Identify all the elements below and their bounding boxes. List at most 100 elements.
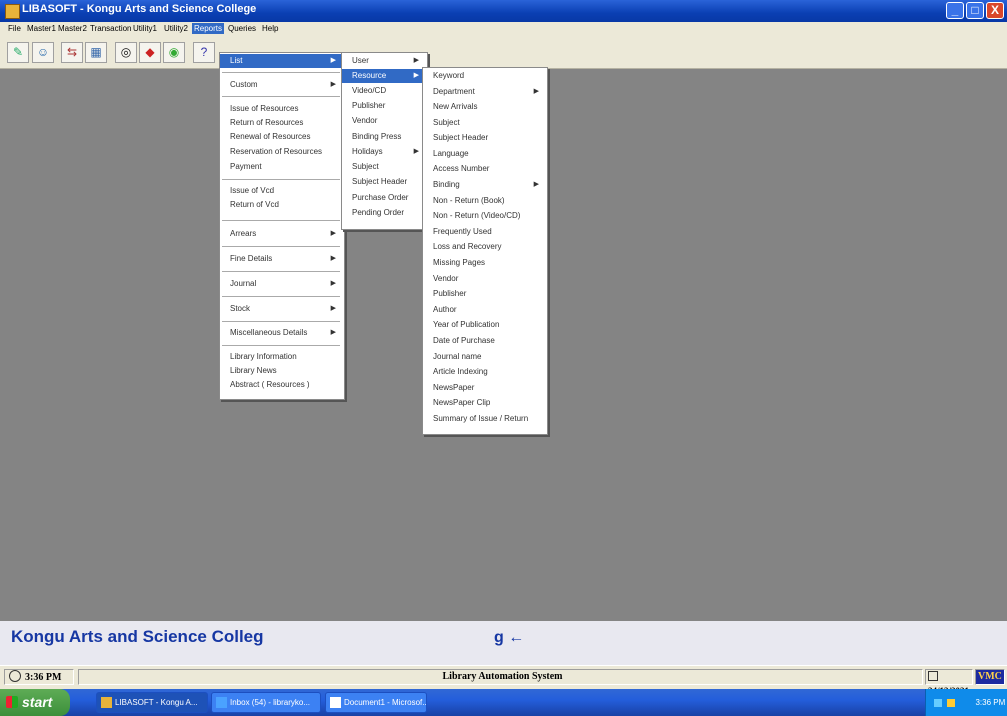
reports-item-return-vcd[interactable]: Return of Vcd [220, 198, 342, 212]
resource-item-loss-recovery[interactable]: Loss and Recovery [423, 240, 545, 254]
edit-icon[interactable]: ✎ [7, 42, 29, 63]
report-icon[interactable]: ▦ [85, 42, 107, 63]
resource-item-author[interactable]: Author [423, 303, 545, 317]
taskbar-item-document[interactable]: Document1 - Microsof... [325, 692, 427, 713]
menu-separator [222, 246, 340, 247]
list-item-resource[interactable]: Resource ▶ [342, 69, 425, 83]
reports-item-arrears[interactable]: Arrears ▶ [220, 227, 342, 241]
reports-item-custom[interactable]: Custom ▶ [220, 78, 342, 92]
resource-item-year-publication[interactable]: Year of Publication [423, 318, 545, 332]
reports-item-renewal-resources[interactable]: Renewal of Resources [220, 130, 342, 144]
menu-utility2[interactable]: Utility2 [162, 23, 190, 34]
resource-item-frequently-used[interactable]: Frequently Used [423, 225, 545, 239]
taskbar-item-libasoft[interactable]: LIBASOFT - Kongu A... [96, 692, 208, 713]
list-item-holidays[interactable]: Holidays ▶ [342, 145, 425, 159]
cd-icon[interactable]: ◉ [163, 42, 185, 63]
taskbar-item-inbox[interactable]: Inbox (54) - libraryko... [211, 692, 321, 713]
scroll-marquee-text: g ← [494, 629, 525, 646]
minimize-button[interactable]: _ [946, 2, 964, 19]
list-item-pending-order[interactable]: Pending Order [342, 206, 425, 220]
vmc-badge: VMC [975, 669, 1005, 685]
transfer-icon[interactable]: ⇆ [61, 42, 83, 63]
list-item-purchase-order[interactable]: Purchase Order [342, 191, 425, 205]
resource-item-journal-name[interactable]: Journal name [423, 350, 545, 364]
menu-master2[interactable]: Master2 [56, 23, 89, 34]
list-item-vendor[interactable]: Vendor [342, 114, 425, 128]
reports-item-reservation-resources[interactable]: Reservation of Resources [220, 145, 342, 159]
status-date: 24/12/2021 [925, 669, 973, 696]
system-tray: 3:36 PM [925, 689, 1007, 716]
resource-item-newspaper[interactable]: NewsPaper [423, 381, 545, 395]
menu-reports[interactable]: Reports [192, 23, 225, 34]
resource-item-newspaper-clip[interactable]: NewsPaper Clip [423, 396, 545, 410]
list-item-videocd[interactable]: Video/CD [342, 84, 425, 98]
menu-file[interactable]: File [6, 23, 23, 34]
college-name: Kongu Arts and Science Colleg [11, 627, 264, 646]
list-item-publisher[interactable]: Publisher [342, 99, 425, 113]
reports-item-fine-details[interactable]: Fine Details ▶ [220, 252, 342, 266]
resource-item-article-indexing[interactable]: Article Indexing [423, 365, 545, 379]
menu-queries[interactable]: Queries [226, 23, 258, 34]
reports-item-library-news[interactable]: Library News [220, 364, 342, 378]
reports-item-stock[interactable]: Stock ▶ [220, 302, 342, 316]
resource-item-non-return-video[interactable]: Non - Return (Video/CD) [423, 209, 545, 223]
menu-master1[interactable]: Master1 [25, 23, 58, 34]
status-time: 3:36 PM [25, 672, 62, 683]
tray-clock[interactable]: 3:36 PM [975, 698, 1005, 707]
user-icon[interactable]: ☺ [32, 42, 54, 63]
resource-item-non-return-book[interactable]: Non - Return (Book) [423, 194, 545, 208]
reports-item-misc-details[interactable]: Miscellaneous Details ▶ [220, 326, 342, 340]
resource-item-summary-issue-return[interactable]: Summary of Issue / Return [423, 412, 545, 426]
resource-submenu: Keyword Department ▶ New Arrivals Subject… [422, 67, 548, 435]
maximize-button[interactable]: □ [966, 2, 984, 19]
volume-icon[interactable] [947, 698, 956, 707]
menu-separator [222, 321, 340, 322]
resource-item-subject-header[interactable]: Subject Header [423, 131, 545, 145]
reports-item-issue-vcd[interactable]: Issue of Vcd [220, 184, 342, 198]
menu-transaction[interactable]: Transaction [88, 23, 134, 34]
resource-item-language[interactable]: Language [423, 147, 545, 161]
calendar-icon [928, 671, 938, 681]
list-item-user[interactable]: User ▶ [342, 54, 425, 68]
list-item-subject-header[interactable]: Subject Header [342, 175, 425, 189]
menu-bar: File Master1 Master2 Transaction Utility… [0, 22, 1007, 36]
mail-icon [216, 697, 227, 708]
reports-item-library-information[interactable]: Library Information [220, 350, 342, 364]
network-icon[interactable] [934, 698, 942, 707]
menu-separator [222, 271, 340, 272]
title-bar: LIBASOFT - Kongu Arts and Science Colleg… [0, 0, 1007, 22]
help-icon[interactable]: ? [193, 42, 215, 63]
resource-item-access-number[interactable]: Access Number [423, 162, 545, 176]
resource-item-subject[interactable]: Subject [423, 116, 545, 130]
close-button[interactable]: X [986, 2, 1004, 19]
resource-item-vendor[interactable]: Vendor [423, 272, 545, 286]
word-icon [330, 697, 341, 708]
window-title: LIBASOFT - Kongu Arts and Science Colleg… [22, 3, 257, 15]
list-submenu: User ▶ Resource ▶ Video/CD Publisher Vendo… [341, 52, 428, 230]
menu-help[interactable]: Help [260, 23, 280, 34]
resource-item-date-purchase[interactable]: Date of Purchase [423, 334, 545, 348]
resource-item-missing-pages[interactable]: Missing Pages [423, 256, 545, 270]
binoculars-icon[interactable]: ◎ [115, 42, 137, 63]
reports-item-list[interactable]: List ▶ [220, 54, 342, 68]
app-icon [101, 697, 112, 708]
menu-utility1[interactable]: Utility1 [131, 23, 159, 34]
resource-item-publisher[interactable]: Publisher [423, 287, 545, 301]
resource-item-department[interactable]: Department ▶ [423, 85, 545, 99]
resource-item-keyword[interactable]: Keyword [423, 69, 545, 83]
resource-item-binding[interactable]: Binding ▶ [423, 178, 545, 192]
reports-item-abstract-resources[interactable]: Abstract ( Resources ) [220, 378, 342, 392]
start-button[interactable]: start [0, 689, 70, 716]
list-item-subject[interactable]: Subject [342, 160, 425, 174]
status-system: Library Automation System [78, 669, 923, 685]
menu-separator [222, 345, 340, 346]
reports-item-journal[interactable]: Journal ▶ [220, 277, 342, 291]
reports-item-return-resources[interactable]: Return of Resources [220, 116, 342, 130]
app-icon [5, 4, 20, 19]
list-item-binding-press[interactable]: Binding Press [342, 130, 425, 144]
book-icon[interactable]: ◆ [139, 42, 161, 63]
college-band: Kongu Arts and Science Colleg g ← [0, 621, 1007, 665]
reports-item-issue-resources[interactable]: Issue of Resources [220, 102, 342, 116]
reports-item-payment[interactable]: Payment [220, 160, 342, 174]
resource-item-new-arrivals[interactable]: New Arrivals [423, 100, 545, 114]
